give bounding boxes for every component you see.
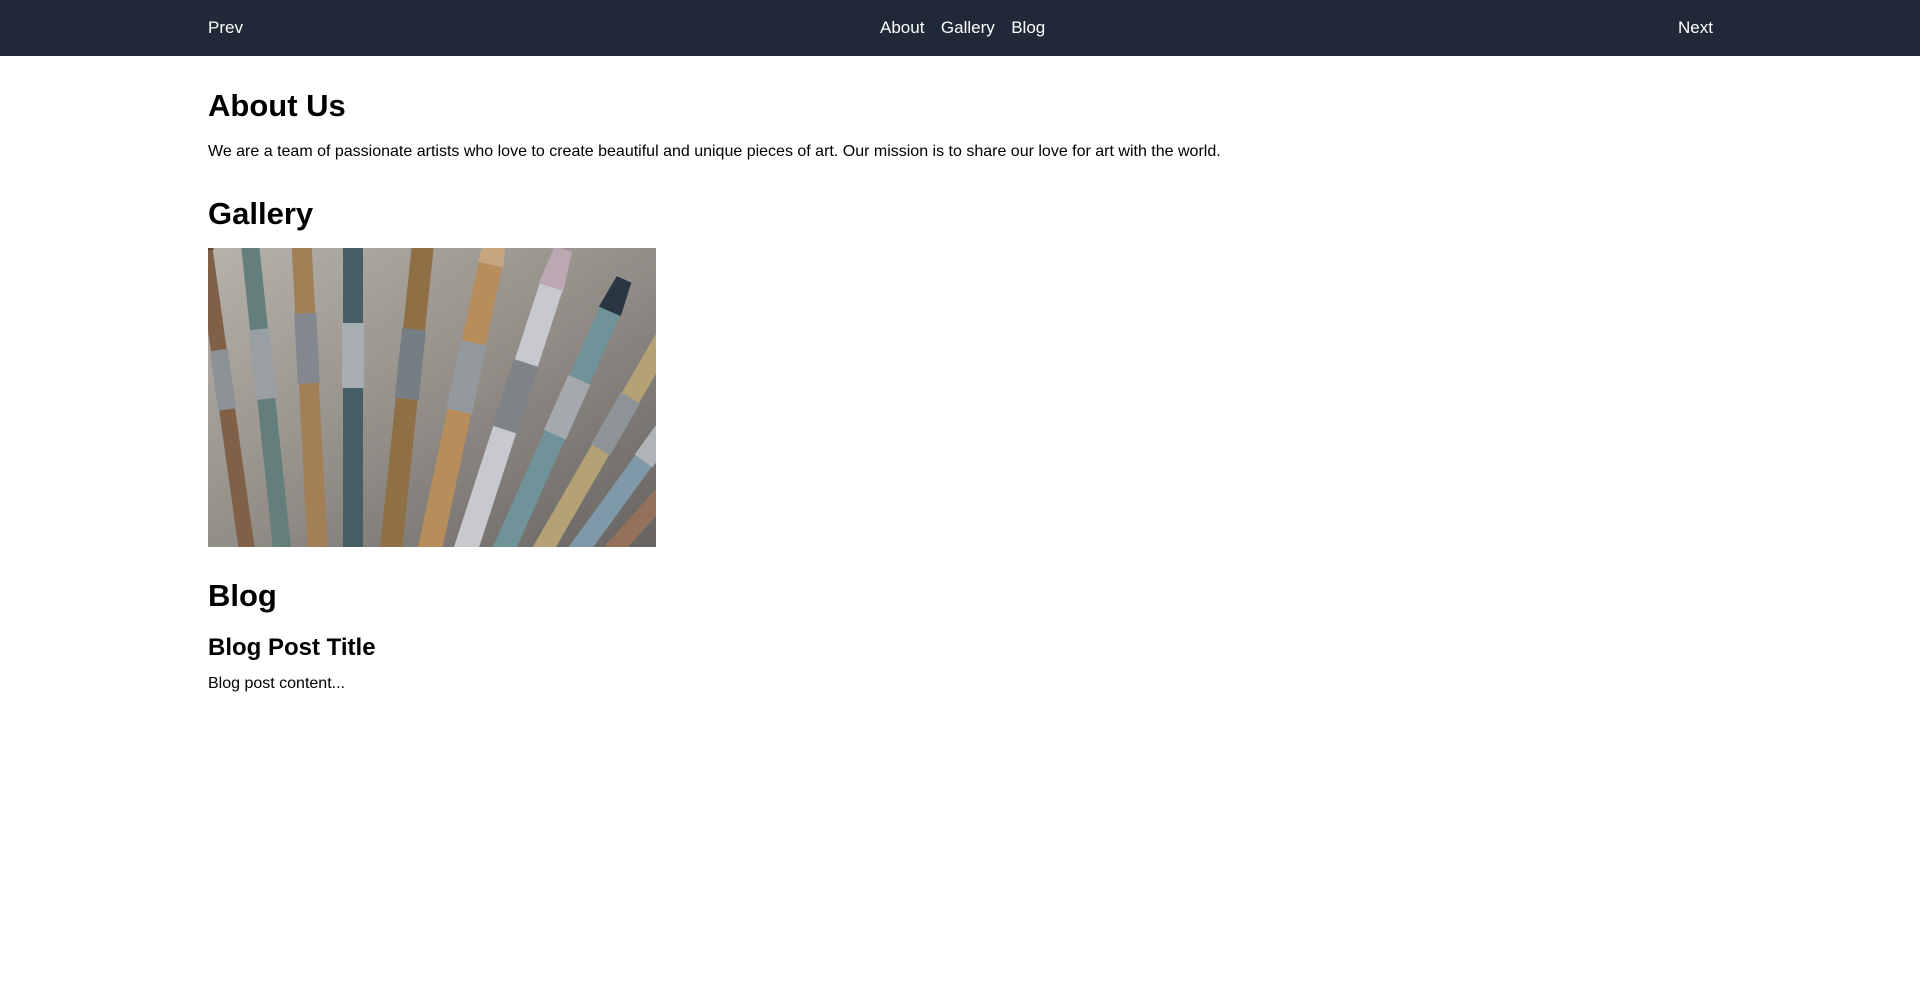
gallery-heading: Gallery (208, 196, 314, 231)
paintbrushes-image (208, 248, 656, 547)
next-link[interactable]: Next (1678, 0, 1713, 56)
about-heading: About Us (208, 88, 346, 123)
blog-post-content: Blog post content... (208, 675, 345, 692)
top-navigation-bar: Prev About Gallery Blog Next (0, 0, 1920, 56)
nav-link-about[interactable]: About (880, 0, 924, 56)
nav-link-gallery[interactable]: Gallery (941, 0, 995, 56)
blog-heading: Blog (208, 578, 277, 613)
blog-post-title: Blog Post Title (208, 634, 376, 661)
about-paragraph: We are a team of passionate artists who … (208, 143, 1221, 160)
nav-link-blog[interactable]: Blog (1011, 0, 1045, 56)
main-nav: About Gallery Blog (880, 0, 1057, 56)
prev-link[interactable]: Prev (208, 0, 243, 56)
